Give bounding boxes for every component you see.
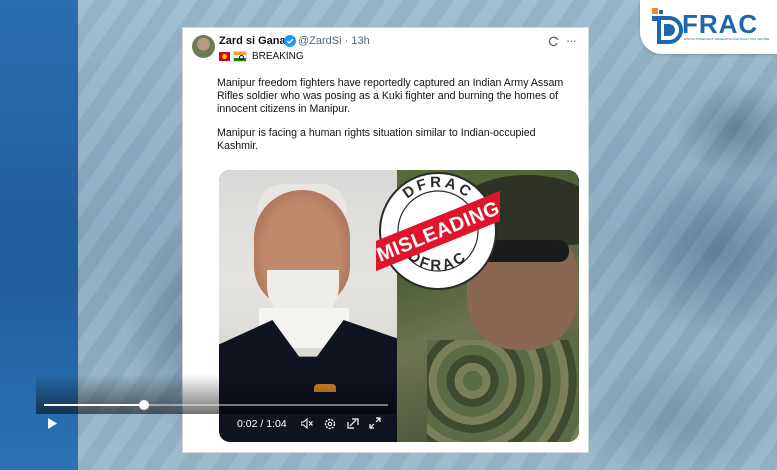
fullscreen-icon[interactable] [369, 417, 381, 429]
breaking-label: BREAKING [252, 50, 304, 62]
video-progress-fill [44, 404, 144, 406]
grok-icon[interactable] [548, 36, 559, 47]
play-icon[interactable] [47, 418, 57, 429]
display-name[interactable]: Zard si Gana [219, 35, 286, 47]
tweet-paragraph: Manipur freedom fighters have reportedly… [217, 77, 564, 116]
misleading-stamp: DFRAC DFRAC MISLEADING [376, 172, 500, 290]
manipur-flag-icon [219, 51, 230, 61]
settings-icon[interactable] [324, 418, 336, 430]
picture-in-picture-icon[interactable] [347, 418, 359, 429]
user-handle[interactable]: @ZardSi [298, 35, 342, 47]
india-flag-icon [233, 50, 247, 62]
brand-logo: FRAC DIGITAL FORENSICS, RESEARCH AND ANA… [640, 0, 777, 54]
handle-and-time[interactable]: @ZardSi · 13h [298, 35, 370, 47]
breaking-row: BREAKING [219, 50, 304, 62]
brand-tagline: DIGITAL FORENSICS, RESEARCH AND ANALYTIC… [684, 37, 770, 41]
verified-badge-icon [284, 35, 296, 47]
video-progress-bar[interactable] [44, 400, 388, 410]
video-time: 0:02 / 1:04 [237, 418, 287, 430]
player-controls-bg [36, 374, 396, 414]
more-options-icon[interactable]: ··· [566, 33, 577, 48]
post-time[interactable]: · 13h [345, 35, 370, 47]
brand-wordmark: FRAC [682, 9, 759, 39]
volume-muted-icon[interactable] [301, 418, 313, 429]
avatar[interactable] [192, 35, 215, 58]
video-progress-knob[interactable] [138, 400, 149, 410]
tweet-paragraph: Manipur is facing a human rights situati… [217, 126, 536, 152]
tweet-text: Manipur freedom fighters have reportedly… [217, 77, 567, 163]
